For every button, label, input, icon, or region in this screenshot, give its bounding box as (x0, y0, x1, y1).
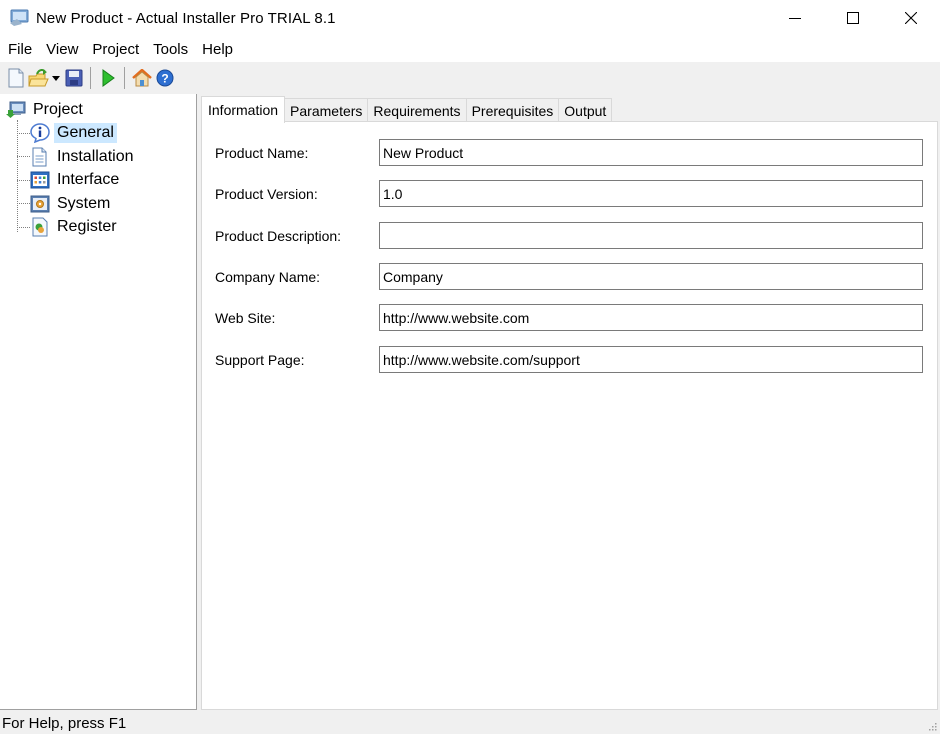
menu-view[interactable]: View (39, 39, 85, 60)
close-icon (905, 12, 917, 24)
status-text: For Help, press F1 (2, 714, 127, 732)
web-site-label: Web Site: (215, 310, 276, 326)
help-button[interactable]: ? (153, 66, 176, 90)
computer-icon (6, 101, 26, 118)
maximize-button[interactable] (824, 0, 882, 36)
tree-connector (17, 133, 30, 134)
svg-text:?: ? (161, 72, 168, 86)
minimize-button[interactable] (766, 0, 824, 36)
menu-tools[interactable]: Tools (146, 39, 195, 60)
tab-requirements[interactable]: Requirements (367, 98, 467, 122)
register-icon (32, 217, 48, 237)
window-grid-icon (30, 171, 50, 189)
tree-connector (17, 120, 18, 232)
tree-item-register[interactable]: Register (30, 216, 120, 238)
new-button[interactable] (4, 66, 27, 90)
resize-grip-icon[interactable] (927, 721, 937, 731)
tree-label: Installation (57, 148, 134, 165)
status-bar: For Help, press F1 (0, 712, 940, 734)
product-version-label: Product Version: (215, 186, 318, 202)
tree-label: System (57, 195, 111, 212)
tree-item-installation[interactable]: Installation (30, 146, 137, 168)
web-site-row: Web Site: (202, 304, 939, 332)
toolbar: ? (0, 62, 940, 94)
menu-bar: File View Project Tools Help (0, 36, 940, 62)
document-icon (32, 147, 47, 167)
help-icon: ? (156, 69, 173, 87)
company-name-input[interactable] (379, 263, 923, 290)
tab-strip: Information Parameters Requirements Prer… (201, 96, 613, 123)
app-icon (10, 9, 29, 26)
tree-label: General (54, 123, 117, 143)
build-button[interactable] (96, 66, 119, 90)
open-dropdown-button[interactable] (50, 66, 62, 90)
tree-connector (17, 156, 30, 157)
open-button[interactable] (27, 66, 50, 90)
menu-project[interactable]: Project (85, 39, 146, 60)
company-name-label: Company Name: (215, 269, 321, 285)
tree-connector (17, 203, 30, 204)
open-folder-icon (27, 68, 49, 87)
title-bar: New Product - Actual Installer Pro TRIAL… (0, 0, 940, 36)
tab-prerequisites[interactable]: Prerequisites (465, 98, 560, 122)
support-page-row: Support Page: (202, 346, 939, 374)
menu-file[interactable]: File (1, 39, 39, 60)
product-description-row: Product Description: (202, 222, 939, 250)
close-button[interactable] (882, 0, 940, 36)
tree-label: Interface (57, 171, 120, 188)
support-page-label: Support Page: (215, 352, 305, 368)
company-name-row: Company Name: (202, 263, 939, 291)
product-name-row: Product Name: (202, 139, 939, 167)
information-panel: Product Name: Product Version: Product D… (201, 121, 938, 710)
product-description-input[interactable] (379, 222, 923, 249)
product-version-row: Product Version: (202, 180, 939, 208)
tree-item-interface[interactable]: Interface (30, 169, 122, 191)
home-button[interactable] (130, 66, 153, 90)
tree-item-project[interactable]: Project (6, 99, 86, 121)
tree-item-system[interactable]: System (30, 193, 113, 215)
toolbar-separator (124, 67, 125, 89)
support-page-input[interactable] (379, 346, 923, 373)
tree-item-general[interactable]: General (30, 122, 117, 144)
toolbar-separator (90, 67, 91, 89)
tab-information[interactable]: Information (201, 96, 286, 123)
run-build-icon (102, 69, 115, 87)
dropdown-arrow-icon (52, 75, 60, 81)
menu-help[interactable]: Help (195, 39, 240, 60)
tab-output[interactable]: Output (558, 98, 613, 122)
web-site-input[interactable] (379, 304, 923, 331)
app-window: New Product - Actual Installer Pro TRIAL… (0, 0, 940, 734)
tree-label: Register (57, 218, 117, 235)
tree-label: Project (33, 101, 83, 118)
home-icon (131, 69, 152, 87)
product-description-label: Product Description: (215, 228, 342, 244)
info-icon (30, 123, 50, 143)
tree-connector (17, 227, 30, 228)
window-title: New Product - Actual Installer Pro TRIAL… (36, 9, 336, 27)
product-version-input[interactable] (379, 180, 923, 207)
save-icon (65, 69, 82, 87)
maximize-icon (847, 12, 859, 24)
new-file-icon (8, 68, 23, 88)
save-button[interactable] (62, 66, 85, 90)
product-name-label: Product Name: (215, 145, 309, 161)
minimize-icon (789, 18, 801, 19)
tree-connector (17, 180, 30, 181)
product-name-input[interactable] (379, 139, 923, 166)
tab-parameters[interactable]: Parameters (284, 98, 369, 122)
system-gear-icon (30, 195, 50, 213)
project-tree: Project General Installation Interface S… (0, 94, 197, 710)
